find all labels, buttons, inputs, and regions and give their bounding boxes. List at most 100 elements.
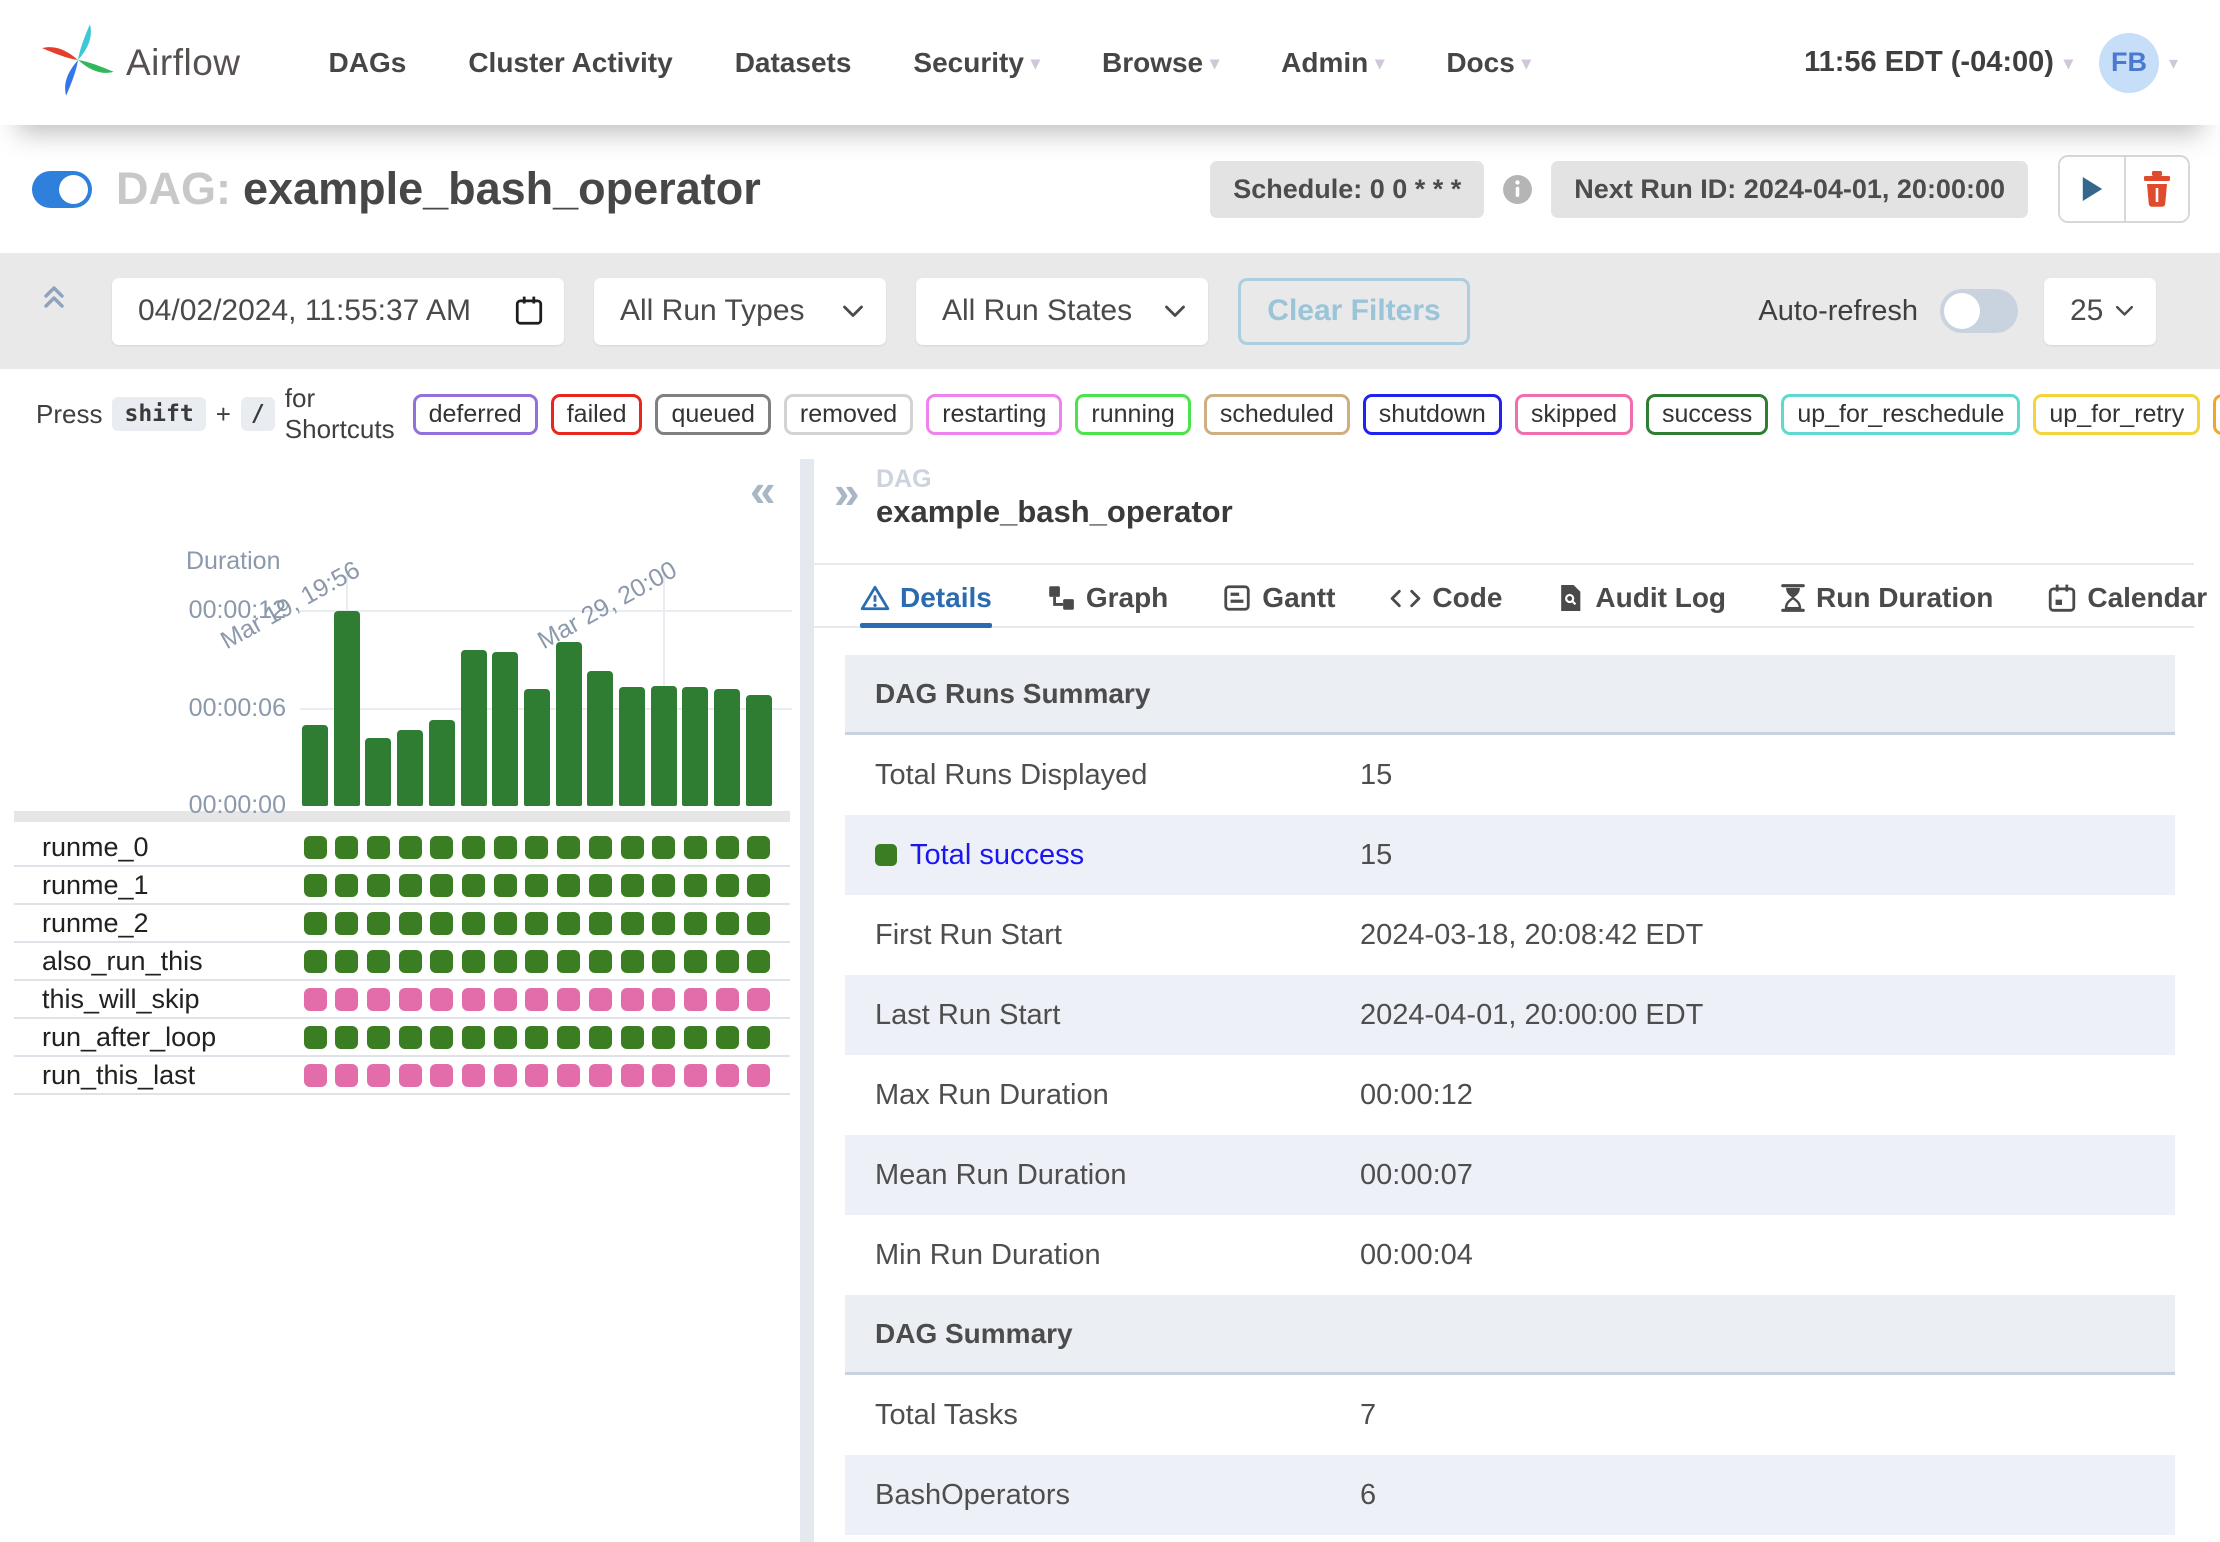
task-instance-square[interactable] (462, 912, 485, 935)
task-instance-square[interactable] (399, 1064, 422, 1087)
task-instance-square[interactable] (430, 836, 453, 859)
task-instance-square[interactable] (557, 874, 580, 897)
duration-bar[interactable] (524, 689, 550, 806)
task-instance-square[interactable] (621, 950, 644, 973)
task-instance-square[interactable] (430, 912, 453, 935)
task-instance-square[interactable] (747, 836, 770, 859)
task-instance-square[interactable] (684, 836, 707, 859)
task-instance-square[interactable] (367, 874, 390, 897)
task-instance-square[interactable] (304, 1026, 327, 1049)
task-name[interactable]: runme_1 (42, 867, 149, 903)
trigger-dag-button[interactable] (2060, 157, 2124, 221)
task-instance-square[interactable] (621, 874, 644, 897)
duration-bar[interactable] (397, 730, 423, 806)
task-instance-square[interactable] (589, 988, 612, 1011)
task-instance-square[interactable] (525, 1064, 548, 1087)
duration-bar[interactable] (461, 650, 487, 806)
task-instance-square[interactable] (621, 912, 644, 935)
task-instance-square[interactable] (557, 1064, 580, 1087)
tab-graph[interactable]: Graph (1046, 582, 1168, 614)
duration-bar[interactable] (651, 686, 677, 806)
task-instance-square[interactable] (494, 1026, 517, 1049)
tab-details[interactable]: Details (860, 582, 992, 614)
task-instance-square[interactable] (684, 912, 707, 935)
task-instance-square[interactable] (747, 1064, 770, 1087)
task-instance-square[interactable] (335, 836, 358, 859)
task-instance-square[interactable] (399, 912, 422, 935)
task-instance-square[interactable] (589, 836, 612, 859)
task-instance-square[interactable] (589, 1026, 612, 1049)
state-badge-upstream-failed[interactable]: upstream_failed (2213, 394, 2220, 435)
task-instance-square[interactable] (462, 874, 485, 897)
task-instance-square[interactable] (367, 836, 390, 859)
task-instance-square[interactable] (335, 874, 358, 897)
task-instance-square[interactable] (747, 1026, 770, 1049)
task-instance-square[interactable] (716, 874, 739, 897)
task-instance-square[interactable] (462, 1064, 485, 1087)
task-instance-square[interactable] (652, 1026, 675, 1049)
task-instance-square[interactable] (525, 1026, 548, 1049)
task-instance-square[interactable] (335, 1064, 358, 1087)
task-instance-square[interactable] (589, 874, 612, 897)
task-instance-square[interactable] (557, 912, 580, 935)
task-instance-square[interactable] (430, 950, 453, 973)
task-instance-square[interactable] (430, 1026, 453, 1049)
task-instance-square[interactable] (335, 950, 358, 973)
delete-dag-button[interactable] (2124, 157, 2188, 221)
task-instance-square[interactable] (716, 1026, 739, 1049)
task-instance-square[interactable] (462, 1026, 485, 1049)
task-instance-square[interactable] (652, 912, 675, 935)
task-instance-square[interactable] (304, 1064, 327, 1087)
state-badge-deferred[interactable]: deferred (413, 394, 538, 435)
nav-item-security[interactable]: Security▾ (913, 47, 1040, 79)
task-instance-square[interactable] (621, 1064, 644, 1087)
task-instance-square[interactable] (747, 912, 770, 935)
task-instance-square[interactable] (304, 836, 327, 859)
task-instance-square[interactable] (621, 836, 644, 859)
nav-item-browse[interactable]: Browse▾ (1102, 47, 1219, 79)
task-instance-square[interactable] (399, 1026, 422, 1049)
tab-run-duration[interactable]: Run Duration (1780, 582, 1993, 614)
dag-pause-toggle[interactable] (32, 171, 92, 208)
duration-bar[interactable] (429, 720, 455, 806)
task-instance-square[interactable] (652, 950, 675, 973)
base-date-input[interactable]: 04/02/2024, 11:55:37 AM (112, 278, 564, 345)
duration-bar[interactable] (587, 671, 613, 806)
task-instance-square[interactable] (621, 1026, 644, 1049)
task-instance-square[interactable] (430, 988, 453, 1011)
nav-item-cluster-activity[interactable]: Cluster Activity (468, 47, 672, 79)
task-instance-square[interactable] (716, 912, 739, 935)
clear-filters-button[interactable]: Clear Filters (1238, 278, 1470, 345)
total-success-link[interactable]: Total success (910, 839, 1084, 872)
panel-divider[interactable] (800, 459, 814, 1542)
airflow-logo[interactable]: Airflow (42, 24, 241, 101)
auto-refresh-toggle[interactable] (1940, 289, 2018, 333)
duration-bar[interactable] (365, 738, 391, 806)
task-instance-square[interactable] (335, 988, 358, 1011)
state-badge-up-for-reschedule[interactable]: up_for_reschedule (1781, 394, 2020, 435)
task-name[interactable]: run_after_loop (42, 1019, 216, 1055)
task-instance-square[interactable] (367, 1064, 390, 1087)
info-icon[interactable] (1502, 174, 1533, 205)
state-badge-restarting[interactable]: restarting (926, 394, 1062, 435)
clock-dropdown[interactable]: 11:56 EDT (-04:00) ▾ (1804, 46, 2073, 79)
task-instance-square[interactable] (399, 874, 422, 897)
task-instance-square[interactable] (589, 912, 612, 935)
task-instance-square[interactable] (684, 1064, 707, 1087)
task-instance-square[interactable] (684, 988, 707, 1011)
task-name[interactable]: this_will_skip (42, 981, 200, 1017)
task-instance-square[interactable] (304, 874, 327, 897)
task-instance-square[interactable] (494, 912, 517, 935)
duration-bar[interactable] (492, 652, 518, 806)
task-instance-square[interactable] (494, 1064, 517, 1087)
run-types-select[interactable]: All Run Types (594, 278, 886, 345)
task-name[interactable]: runme_0 (42, 829, 149, 865)
task-instance-square[interactable] (462, 950, 485, 973)
task-instance-square[interactable] (430, 874, 453, 897)
task-instance-square[interactable] (557, 950, 580, 973)
task-instance-square[interactable] (747, 950, 770, 973)
task-instance-square[interactable] (399, 988, 422, 1011)
duration-bar[interactable] (682, 687, 708, 806)
task-instance-square[interactable] (367, 1026, 390, 1049)
task-instance-square[interactable] (747, 988, 770, 1011)
